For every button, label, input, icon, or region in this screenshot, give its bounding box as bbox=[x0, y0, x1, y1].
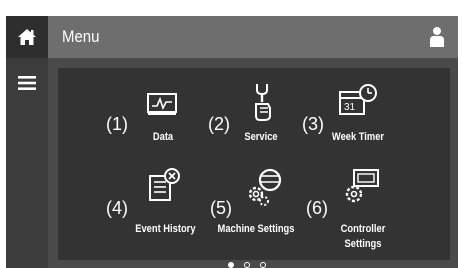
tile-number: (6) bbox=[306, 198, 328, 218]
menu-tile-service[interactable]: (2) Service bbox=[206, 84, 296, 152]
chart-monitor-icon bbox=[146, 88, 180, 118]
tile-label: Week Timer bbox=[331, 131, 385, 143]
wrench-hand-icon bbox=[248, 82, 278, 122]
sidebar bbox=[6, 16, 48, 268]
header-bar: Menu bbox=[48, 16, 458, 58]
page-indicator bbox=[228, 262, 266, 268]
user-button[interactable] bbox=[426, 25, 448, 49]
tile-label: Controller bbox=[340, 223, 386, 235]
tile-label: Event History bbox=[135, 223, 196, 235]
calendar-timer-icon: 31 bbox=[338, 82, 378, 120]
tile-number: (5) bbox=[210, 198, 232, 218]
tile-number: (4) bbox=[106, 198, 128, 218]
home-icon bbox=[17, 28, 37, 46]
tile-label-line2: Settings bbox=[344, 238, 382, 250]
page-dot-2[interactable] bbox=[244, 262, 250, 268]
tile-label: Service bbox=[244, 131, 278, 143]
tile-number: (2) bbox=[208, 114, 230, 134]
page-dot-3[interactable] bbox=[260, 262, 266, 268]
gears-icon bbox=[244, 166, 288, 206]
menu-button[interactable] bbox=[6, 62, 48, 104]
tile-number: (3) bbox=[302, 114, 324, 134]
hamburger-icon bbox=[18, 75, 36, 91]
menu-tile-controller-settings[interactable]: (6) Controller Settings bbox=[304, 169, 414, 252]
page-dot-1[interactable] bbox=[228, 262, 234, 268]
menu-tile-week-timer[interactable]: (3) 31 Week Timer bbox=[300, 84, 400, 152]
document-error-icon bbox=[146, 166, 182, 204]
controller-gear-icon bbox=[342, 166, 382, 206]
menu-panel: (1) Data (2) Service (3) 31 Week Timer (… bbox=[58, 68, 450, 260]
user-icon bbox=[429, 26, 445, 48]
page-title: Menu bbox=[62, 27, 100, 46]
menu-tile-data[interactable]: (1) Data bbox=[102, 88, 192, 152]
tile-number: (1) bbox=[106, 114, 128, 134]
tile-label: Data bbox=[152, 131, 174, 143]
home-button[interactable] bbox=[6, 16, 48, 58]
app-screen: Menu (1) Data (2) Service (3) 31 Week Ti… bbox=[6, 16, 458, 268]
menu-tile-event-history[interactable]: (4) Event History bbox=[102, 168, 202, 236]
tile-label: Machine Settings bbox=[217, 223, 295, 235]
svg-text:31: 31 bbox=[344, 102, 356, 113]
